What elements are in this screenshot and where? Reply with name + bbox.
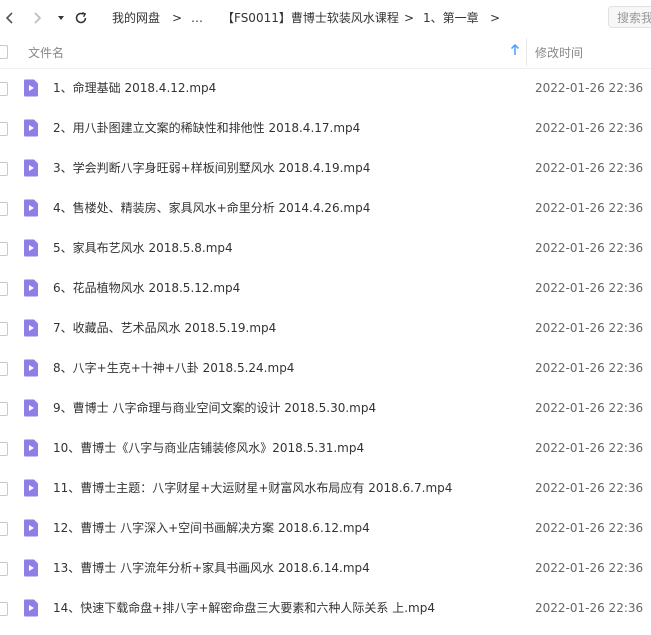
file-checkbox[interactable] bbox=[0, 242, 8, 256]
file-row[interactable]: 10、曹博士《八字与商业店铺装修风水》2018.5.31.mp4 2022-01-… bbox=[0, 428, 651, 468]
column-divider[interactable] bbox=[526, 38, 527, 66]
video-file-icon bbox=[23, 599, 39, 617]
file-name[interactable]: 12、曹博士 八字深入+空间书画解决方案 2018.6.12.mp4 bbox=[53, 520, 370, 536]
refresh-icon bbox=[75, 11, 87, 24]
file-modified-time: 2022-01-26 22:36 bbox=[535, 561, 644, 575]
video-file-icon bbox=[23, 199, 39, 217]
file-row[interactable]: 12、曹博士 八字深入+空间书画解决方案 2018.6.12.mp4 2022-0… bbox=[0, 508, 651, 548]
video-file-icon bbox=[23, 239, 39, 257]
file-name[interactable]: 13、曹博士 八字流年分析+家具书画风水 2018.6.14.mp4 bbox=[53, 560, 370, 576]
video-file-icon bbox=[23, 319, 39, 337]
file-name[interactable]: 3、学会判断八字身旺弱+样板间别墅风水 2018.4.19.mp4 bbox=[53, 160, 370, 176]
video-file-icon bbox=[23, 479, 39, 497]
file-name[interactable]: 14、快速下载命盘+排八字+解密命盘三大要素和六种人际关系 上.mp4 bbox=[53, 600, 435, 616]
file-checkbox[interactable] bbox=[0, 82, 8, 96]
select-all-checkbox[interactable] bbox=[0, 45, 8, 59]
breadcrumb-chapter[interactable]: 1、第一章 bbox=[423, 10, 479, 26]
file-row[interactable]: 11、曹博士主题：八字财星+大运财星+财富风水布局应有 2018.6.7.mp4… bbox=[0, 468, 651, 508]
file-row[interactable]: 2、用八卦图建立文案的稀缺性和排他性 2018.4.17.mp4 2022-01-… bbox=[0, 108, 651, 148]
refresh-button[interactable] bbox=[71, 8, 91, 28]
file-row[interactable]: 3、学会判断八字身旺弱+样板间别墅风水 2018.4.19.mp4 2022-01… bbox=[0, 148, 651, 188]
file-row[interactable]: 13、曹博士 八字流年分析+家具书画风水 2018.6.14.mp4 2022-0… bbox=[0, 548, 651, 588]
file-name[interactable]: 5、家具布艺风水 2018.5.8.mp4 bbox=[53, 240, 233, 256]
file-list-header: 文件名 修改时间 bbox=[0, 36, 651, 69]
file-row[interactable]: 5、家具布艺风水 2018.5.8.mp4 2022-01-26 22:36 bbox=[0, 228, 651, 268]
caret-down-icon bbox=[58, 16, 64, 20]
video-file-icon bbox=[23, 279, 39, 297]
file-modified-time: 2022-01-26 22:36 bbox=[535, 601, 644, 615]
file-checkbox[interactable] bbox=[0, 562, 8, 576]
breadcrumb-separator: > bbox=[172, 11, 183, 25]
column-header-name[interactable]: 文件名 bbox=[28, 44, 64, 61]
file-row[interactable]: 9、曹博士 八字命理与商业空间文案的设计 2018.5.30.mp4 2022-0… bbox=[0, 388, 651, 428]
file-row[interactable]: 6、花品植物风水 2018.5.12.mp4 2022-01-26 22:36 bbox=[0, 268, 651, 308]
file-modified-time: 2022-01-26 22:36 bbox=[535, 441, 644, 455]
video-file-icon bbox=[23, 519, 39, 537]
video-file-icon bbox=[23, 119, 39, 137]
breadcrumb-root[interactable]: 我的网盘 bbox=[112, 10, 160, 26]
back-button[interactable] bbox=[0, 8, 20, 28]
chevron-left-icon bbox=[5, 12, 13, 24]
video-file-icon bbox=[23, 79, 39, 97]
file-modified-time: 2022-01-26 22:36 bbox=[535, 361, 644, 375]
breadcrumb-course[interactable]: 【FS0011】曹博士软装风水课程 bbox=[222, 10, 399, 26]
file-modified-time: 2022-01-26 22:36 bbox=[535, 201, 644, 215]
file-checkbox[interactable] bbox=[0, 362, 8, 376]
sort-ascending-icon[interactable] bbox=[510, 43, 520, 59]
file-checkbox[interactable] bbox=[0, 402, 8, 416]
file-modified-time: 2022-01-26 22:36 bbox=[535, 161, 644, 175]
file-row[interactable]: 4、售楼处、精装房、家具风水+命里分析 2014.4.26.mp4 2022-01… bbox=[0, 188, 651, 228]
file-checkbox[interactable] bbox=[0, 482, 8, 496]
video-file-icon bbox=[23, 439, 39, 457]
file-checkbox[interactable] bbox=[0, 202, 8, 216]
file-name[interactable]: 7、收藏品、艺术品风水 2018.5.19.mp4 bbox=[53, 320, 276, 336]
file-name[interactable]: 1、命理基础 2018.4.12.mp4 bbox=[53, 80, 216, 96]
file-name[interactable]: 10、曹博士《八字与商业店铺装修风水》2018.5.31.mp4 bbox=[53, 440, 364, 456]
file-checkbox[interactable] bbox=[0, 442, 8, 456]
file-modified-time: 2022-01-26 22:36 bbox=[535, 281, 644, 295]
file-row[interactable]: 8、八字+生克+十神+八卦 2018.5.24.mp4 2022-01-26 22… bbox=[0, 348, 651, 388]
file-name[interactable]: 4、售楼处、精装房、家具风水+命里分析 2014.4.26.mp4 bbox=[53, 200, 370, 216]
file-modified-time: 2022-01-26 22:36 bbox=[535, 401, 644, 415]
file-modified-time: 2022-01-26 22:36 bbox=[535, 521, 644, 535]
chevron-right-icon bbox=[34, 12, 42, 24]
video-file-icon bbox=[23, 359, 39, 377]
file-checkbox[interactable] bbox=[0, 602, 8, 616]
forward-button[interactable] bbox=[27, 8, 47, 28]
file-checkbox[interactable] bbox=[0, 282, 8, 296]
toolbar: 我的网盘 > … 【FS0011】曹博士软装风水课程 > 1、第一章 > 搜索我 bbox=[0, 0, 651, 36]
file-row[interactable]: 1、命理基础 2018.4.12.mp4 2022-01-26 22:36 bbox=[0, 68, 651, 108]
file-row[interactable]: 7、收藏品、艺术品风水 2018.5.19.mp4 2022-01-26 22:3… bbox=[0, 308, 651, 348]
file-name[interactable]: 11、曹博士主题：八字财星+大运财星+财富风水布局应有 2018.6.7.mp4 bbox=[53, 480, 452, 496]
file-checkbox[interactable] bbox=[0, 122, 8, 136]
video-file-icon bbox=[23, 159, 39, 177]
search-input[interactable]: 搜索我 bbox=[608, 6, 651, 28]
video-file-icon bbox=[23, 559, 39, 577]
file-checkbox[interactable] bbox=[0, 522, 8, 536]
file-name[interactable]: 2、用八卦图建立文案的稀缺性和排他性 2018.4.17.mp4 bbox=[53, 120, 360, 136]
breadcrumb-separator: > bbox=[404, 11, 415, 25]
file-checkbox[interactable] bbox=[0, 162, 8, 176]
file-checkbox[interactable] bbox=[0, 322, 8, 336]
video-file-icon bbox=[23, 399, 39, 417]
file-modified-time: 2022-01-26 22:36 bbox=[535, 121, 644, 135]
breadcrumb-separator: > bbox=[490, 11, 501, 25]
file-name[interactable]: 8、八字+生克+十神+八卦 2018.5.24.mp4 bbox=[53, 360, 294, 376]
file-modified-time: 2022-01-26 22:36 bbox=[535, 321, 644, 335]
column-header-modified-time[interactable]: 修改时间 bbox=[535, 44, 583, 61]
file-modified-time: 2022-01-26 22:36 bbox=[535, 241, 644, 255]
breadcrumb-ellipsis[interactable]: … bbox=[191, 10, 203, 26]
file-row[interactable]: 14、快速下载命盘+排八字+解密命盘三大要素和六种人际关系 上.mp4 2022-… bbox=[0, 588, 651, 628]
history-dropdown-button[interactable] bbox=[51, 8, 71, 28]
file-modified-time: 2022-01-26 22:36 bbox=[535, 81, 644, 95]
file-modified-time: 2022-01-26 22:36 bbox=[535, 481, 644, 495]
file-name[interactable]: 6、花品植物风水 2018.5.12.mp4 bbox=[53, 280, 240, 296]
file-name[interactable]: 9、曹博士 八字命理与商业空间文案的设计 2018.5.30.mp4 bbox=[53, 400, 376, 416]
